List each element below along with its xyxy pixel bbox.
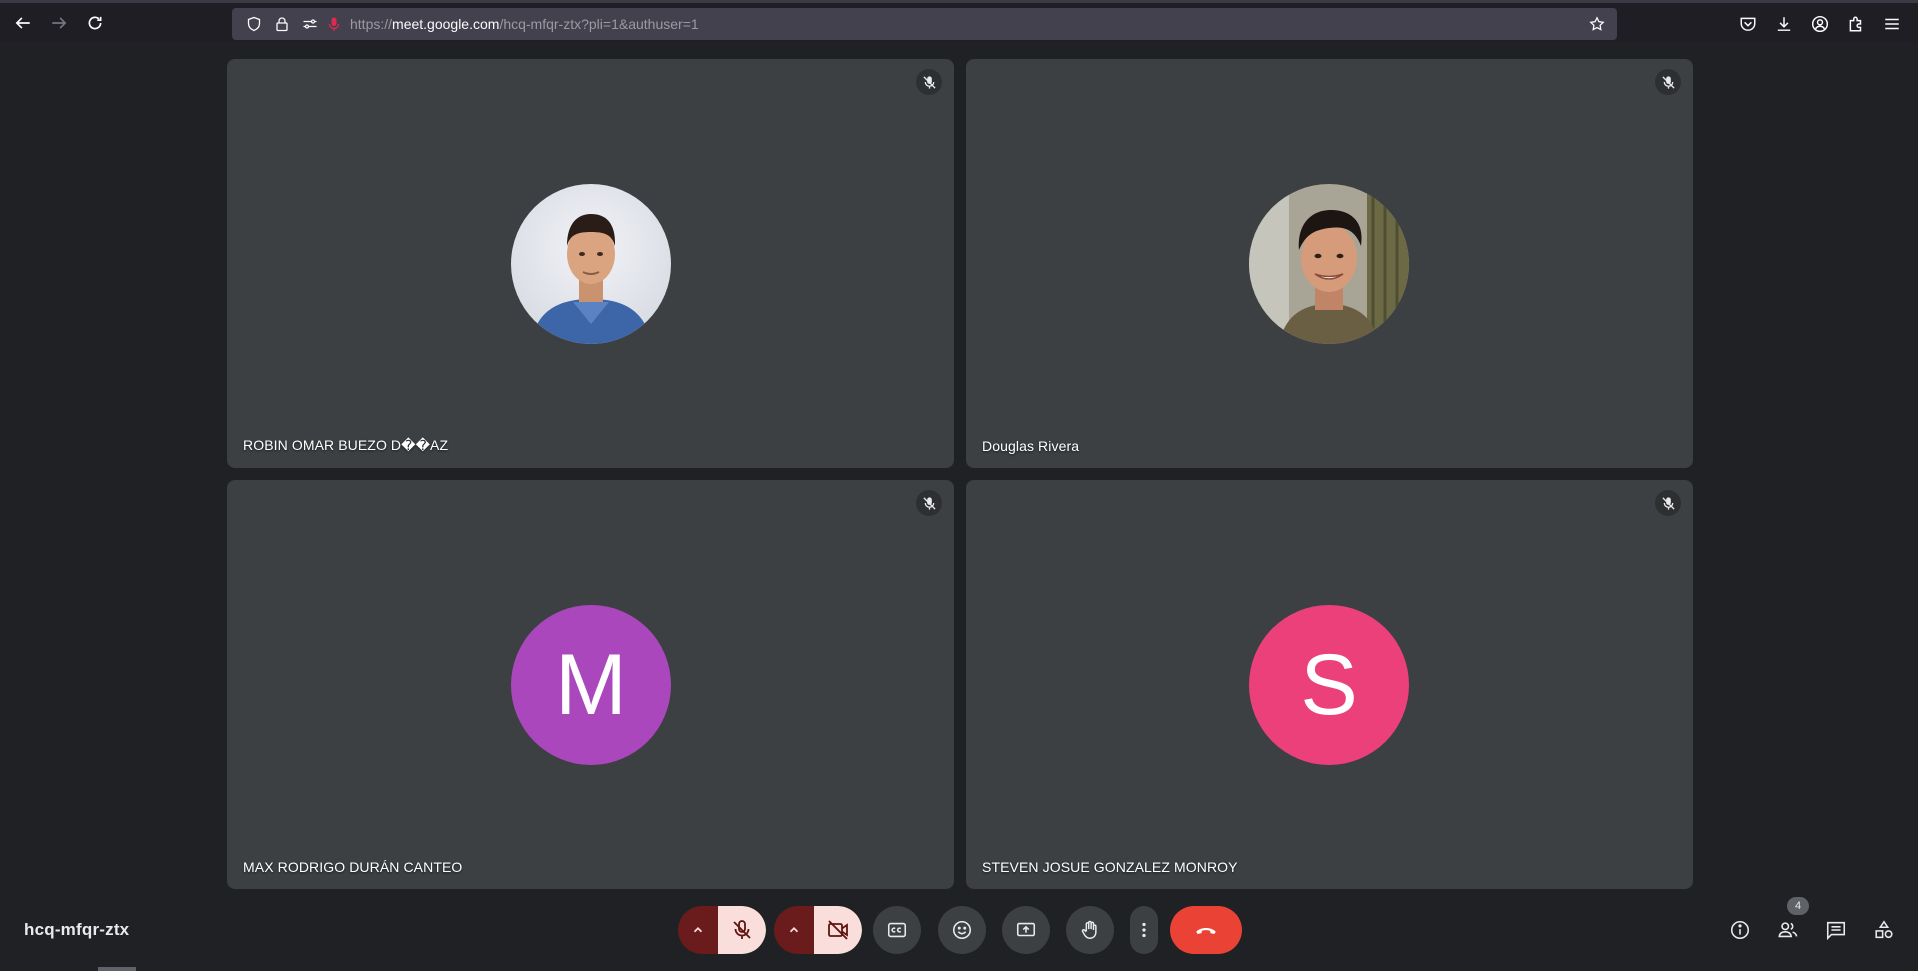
extensions-icon[interactable]: [1838, 6, 1874, 42]
people-icon[interactable]: [1770, 912, 1806, 948]
lock-icon[interactable]: [268, 10, 296, 38]
meeting-code: hcq-mfqr-ztx: [24, 920, 130, 939]
downloads-icon[interactable]: [1766, 6, 1802, 42]
participant-tile[interactable]: S STEVEN JOSUE GONZALEZ MONROY: [966, 480, 1693, 889]
browser-toolbar: https://meet.google.com/hcq-mfqr-ztx?pli…: [0, 0, 1918, 42]
url-prefix: https://: [350, 16, 393, 32]
microphone-control: [678, 906, 766, 954]
meeting-details-icon[interactable]: [1722, 912, 1758, 948]
avatar: M: [511, 605, 671, 765]
tracking-protection-icon[interactable]: [240, 10, 268, 38]
participant-tile[interactable]: ROBIN OMAR BUEZO D��AZ: [227, 59, 954, 468]
more-options-button[interactable]: [1130, 906, 1158, 954]
avatar: S: [1249, 605, 1409, 765]
microphone-active-icon[interactable]: [324, 10, 344, 38]
mic-muted-icon: [1655, 490, 1681, 516]
participant-name: MAX RODRIGO DURÁN CANTEO: [243, 859, 463, 875]
mic-muted-icon: [916, 69, 942, 95]
url-text[interactable]: https://meet.google.com/hcq-mfqr-ztx?pli…: [350, 16, 699, 32]
reload-button[interactable]: [77, 5, 113, 41]
leave-call-button[interactable]: [1170, 906, 1242, 954]
pocket-icon[interactable]: [1730, 6, 1766, 42]
avatar: [1249, 184, 1409, 344]
mic-muted-icon: [1655, 69, 1681, 95]
participant-name: ROBIN OMAR BUEZO D��AZ: [243, 437, 449, 453]
back-button[interactable]: [5, 5, 41, 41]
account-icon[interactable]: [1802, 6, 1838, 42]
forward-button[interactable]: [41, 5, 77, 41]
menu-icon[interactable]: [1874, 6, 1910, 42]
camera-toggle-button[interactable]: [814, 906, 862, 954]
participant-tile[interactable]: Douglas Rivera: [966, 59, 1693, 468]
bookmark-star-icon[interactable]: [1583, 10, 1611, 38]
present-screen-button[interactable]: [1002, 906, 1050, 954]
activities-icon[interactable]: [1866, 912, 1902, 948]
chat-icon[interactable]: [1818, 912, 1854, 948]
microphone-toggle-button[interactable]: [718, 906, 766, 954]
scroll-indicator: [98, 967, 136, 971]
url-host: meet.google.com: [392, 16, 500, 32]
permissions-icon[interactable]: [296, 10, 324, 38]
participant-name: STEVEN JOSUE GONZALEZ MONROY: [982, 859, 1238, 875]
avatar: [511, 184, 671, 344]
raise-hand-button[interactable]: [1066, 906, 1114, 954]
reactions-button[interactable]: [938, 906, 986, 954]
url-bar[interactable]: https://meet.google.com/hcq-mfqr-ztx?pli…: [232, 8, 1617, 40]
video-options-button[interactable]: [774, 906, 814, 954]
participant-name: Douglas Rivera: [982, 438, 1080, 454]
participant-tile[interactable]: M MAX RODRIGO DURÁN CANTEO: [227, 480, 954, 889]
url-path: /hcq-mfqr-ztx?pli=1&authuser=1: [499, 16, 699, 32]
camera-control: [774, 906, 862, 954]
participant-count-badge: 4: [1787, 897, 1809, 915]
captions-button[interactable]: [873, 906, 921, 954]
audio-options-button[interactable]: [678, 906, 718, 954]
mic-muted-icon: [916, 490, 942, 516]
